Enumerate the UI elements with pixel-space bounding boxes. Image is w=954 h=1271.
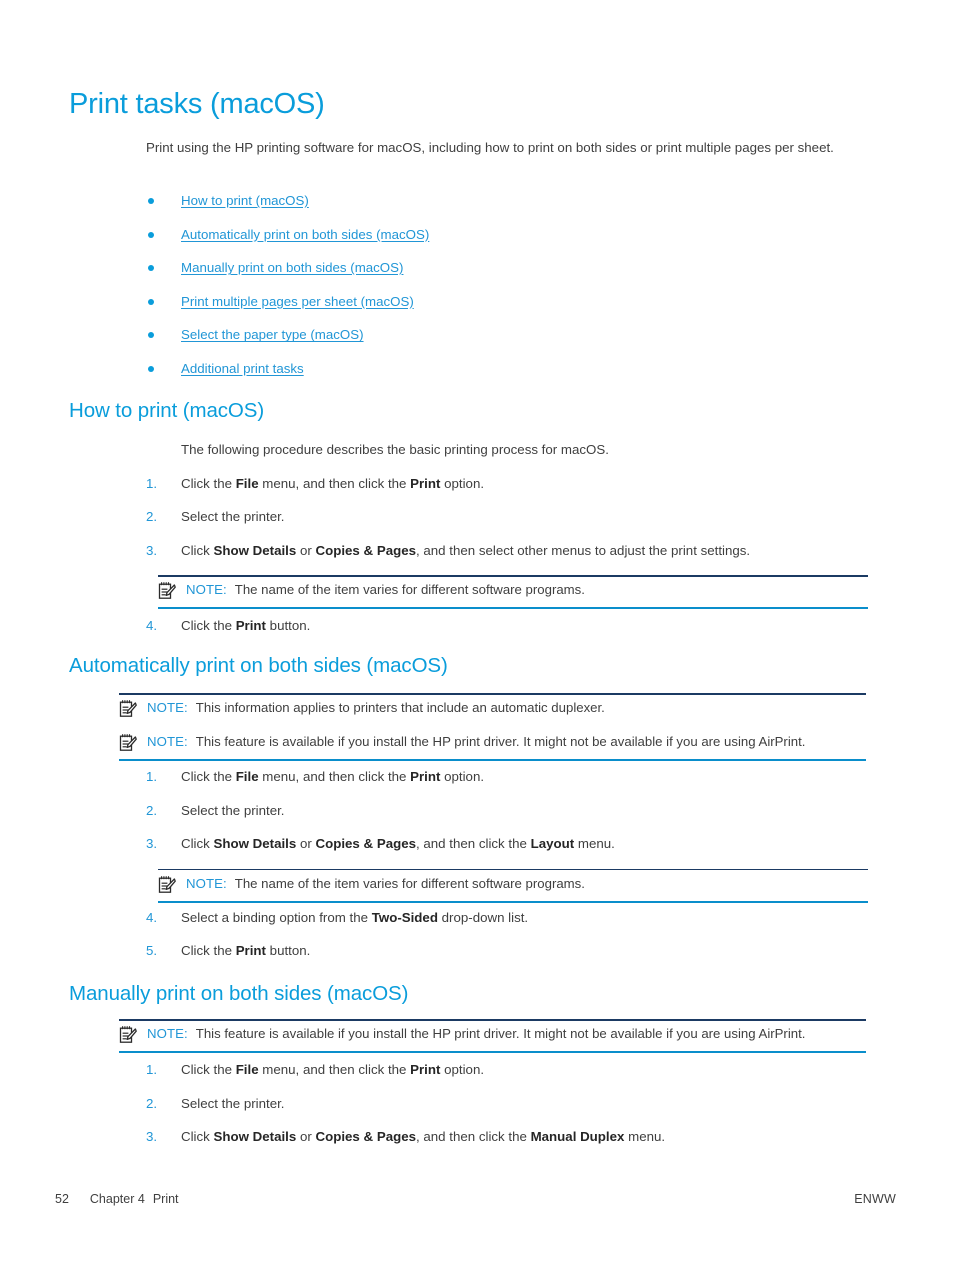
step-number: 4.	[146, 909, 158, 925]
toc-link-multiple-pages-per-sheet[interactable]: Print multiple pages per sheet (macOS)	[181, 294, 414, 309]
step-text: Click Show Details or Copies & Pages, an…	[181, 836, 615, 851]
bullet-dot-icon	[148, 332, 154, 339]
section-link-list: How to print (macOS) Automatically print…	[146, 192, 868, 394]
note-rule-top	[158, 868, 868, 871]
note-rule-bottom	[158, 900, 868, 903]
list-item: 4. Select a binding option from the Two-…	[146, 909, 868, 942]
note-box: NOTE: The name of the item varies for dif…	[158, 575, 868, 609]
note-box: NOTE: This information applies to printer…	[119, 693, 866, 727]
notepad-pencil-icon	[119, 699, 137, 718]
note-label: NOTE:	[186, 875, 227, 891]
bullet-dot-icon	[148, 231, 154, 238]
step-number: 2.	[146, 509, 158, 524]
bullet-dot-icon	[148, 298, 154, 305]
step-text: Select the printer.	[181, 802, 285, 818]
list-item: 3. Click Show Details or Copies & Pages,…	[146, 835, 868, 869]
note-box: NOTE: This feature is available if you in…	[119, 1019, 866, 1053]
toc-link-additional-print-tasks[interactable]: Additional print tasks	[181, 361, 304, 376]
intro-paragraph: Print using the HP printing software for…	[146, 140, 834, 155]
section-heading: How to print (macOS)	[69, 399, 265, 422]
list-item: 3. Click Show Details or Copies & Pages,…	[146, 542, 868, 576]
footer-chapter: Chapter 4	[89, 1192, 145, 1206]
list-item: 5. Click the Print button.	[146, 942, 868, 976]
section-heading: Automatically print on both sides (macOS…	[69, 654, 448, 677]
list-item: 2. Select the printer.	[146, 1095, 868, 1129]
list-item[interactable]: Automatically print on both sides (macOS…	[146, 226, 868, 260]
footer-chapter-title: Print	[152, 1192, 179, 1206]
note-rule-top	[119, 693, 866, 695]
list-item[interactable]: Manually print on both sides (macOS)	[146, 259, 868, 293]
toc-link-automatically-print-both-sides[interactable]: Automatically print on both sides (macOS…	[181, 227, 429, 242]
note-rule-bottom	[119, 1051, 866, 1053]
note-label: NOTE:	[147, 700, 188, 715]
step-number: 4.	[146, 618, 158, 633]
step-number: 2.	[146, 802, 158, 818]
step-text: Click the Print button.	[181, 942, 311, 958]
step-number: 5.	[146, 942, 158, 958]
step-text: Click the Print button.	[181, 618, 311, 633]
step-number: 1.	[146, 475, 158, 491]
step-number: 1.	[146, 769, 158, 784]
footer-edition: ENWW	[854, 1192, 896, 1206]
list-item: 2. Select the printer.	[146, 508, 868, 542]
section-lead-paragraph: The following procedure describes the ba…	[146, 441, 868, 475]
step-text: Select a binding option from the Two-Sid…	[181, 909, 529, 925]
bullet-dot-icon	[148, 198, 154, 204]
note-rule-top	[158, 575, 868, 577]
step-text: Click Show Details or Copies & Pages, an…	[181, 542, 751, 558]
step-text: Click the File menu, and then click the …	[181, 1062, 485, 1077]
note-text: This feature is available if you install…	[195, 1026, 806, 1041]
footer-page-number: 52	[55, 1192, 69, 1206]
list-item[interactable]: Print multiple pages per sheet (macOS)	[146, 293, 868, 327]
toc-link-manually-print-both-sides[interactable]: Manually print on both sides (macOS)	[181, 260, 403, 275]
list-item: 1. Click the File menu, and then click t…	[146, 475, 868, 509]
note-rule-bottom	[158, 607, 868, 609]
list-item: 2. Select the printer.	[146, 802, 868, 836]
list-item[interactable]: How to print (macOS)	[146, 192, 868, 226]
bullet-dot-icon	[148, 365, 154, 372]
bullet-dot-icon	[148, 265, 154, 272]
list-item: 3. Click Show Details or Copies & Pages,…	[146, 1128, 868, 1162]
note-text: The name of the item varies for differen…	[234, 582, 585, 597]
notepad-pencil-icon	[158, 581, 176, 600]
step-text: Click the File menu, and then click the …	[181, 769, 485, 784]
notepad-pencil-icon	[119, 733, 137, 752]
note-rule-top	[119, 1019, 866, 1021]
note-box: NOTE: This feature is available if you in…	[119, 727, 866, 761]
step-number: 1.	[146, 1062, 158, 1077]
note-label: NOTE:	[147, 1026, 188, 1041]
document-page: Print tasks (macOS) Print using the HP p…	[0, 0, 954, 1271]
list-item: 4. Click the Print button.	[146, 617, 868, 651]
step-text: Click Show Details or Copies & Pages, an…	[181, 1129, 666, 1144]
note-group: NOTE: This feature is available if you in…	[119, 1019, 866, 1053]
step-number: 3.	[146, 836, 158, 851]
notepad-pencil-icon	[119, 1025, 137, 1044]
note-group: NOTE: This information applies to printer…	[119, 693, 866, 761]
toc-link-how-to-print[interactable]: How to print (macOS)	[181, 193, 309, 208]
page-footer: 52 Chapter 4 Print ENWW	[55, 1192, 896, 1206]
step-number: 3.	[146, 542, 158, 558]
list-item: 1. Click the File menu, and then click t…	[146, 1061, 868, 1095]
footer-left: 52 Chapter 4 Print	[55, 1192, 179, 1206]
lead-text: The following procedure describes the ba…	[181, 442, 609, 457]
step-text: Click the File menu, and then click the …	[181, 475, 485, 491]
note-label: NOTE:	[147, 734, 188, 749]
note-text: The name of the item varies for differen…	[234, 875, 585, 891]
list-item[interactable]: Additional print tasks	[146, 360, 868, 394]
note-label: NOTE:	[186, 582, 227, 597]
section-heading: Manually print on both sides (macOS)	[69, 982, 409, 1005]
note-text: This feature is available if you install…	[195, 734, 806, 749]
list-item: 1. Click the File menu, and then click t…	[146, 768, 868, 802]
step-text: Select the printer.	[181, 1095, 285, 1111]
note-box: NOTE: The name of the item varies for dif…	[158, 868, 868, 903]
step-number: 3.	[146, 1129, 158, 1144]
note-rule-bottom	[119, 759, 866, 761]
step-number: 2.	[146, 1095, 158, 1111]
toc-link-select-paper-type[interactable]: Select the paper type (macOS)	[181, 327, 364, 342]
note-text: This information applies to printers tha…	[195, 700, 605, 715]
notepad-pencil-icon	[158, 875, 176, 894]
list-item[interactable]: Select the paper type (macOS)	[146, 326, 868, 360]
step-text: Select the printer.	[181, 509, 285, 524]
page-title: Print tasks (macOS)	[69, 88, 325, 120]
